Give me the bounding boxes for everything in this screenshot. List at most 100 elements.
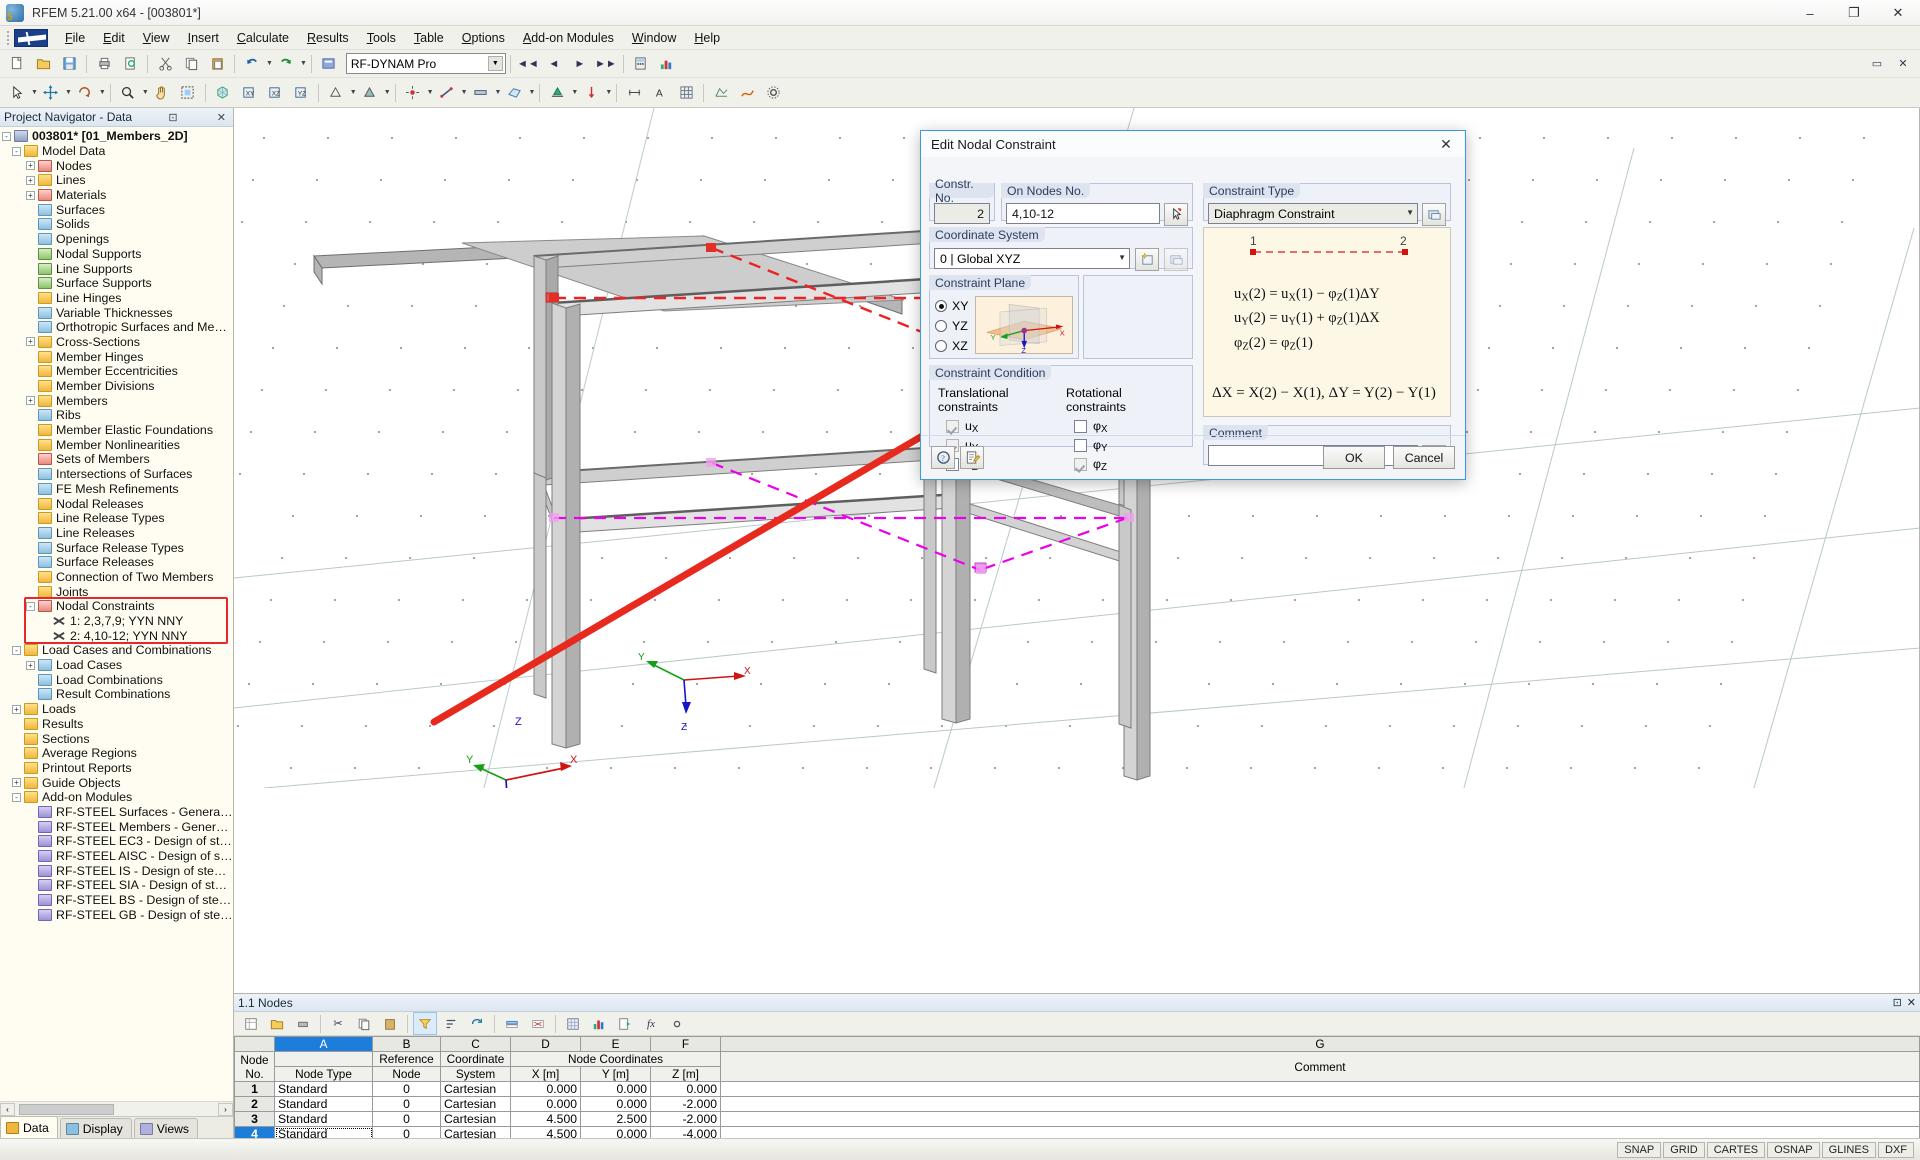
constraint-plane-radio-xy[interactable]: XY [935,298,969,314]
window-restore-icon[interactable]: ▭ [1865,52,1889,75]
on-nodes-input[interactable]: 4,10-12 [1006,203,1160,224]
menu-item-table[interactable]: Table [405,28,453,48]
tree-item-nodal-releases[interactable]: Nodal Releases [0,496,233,511]
table-settings-icon[interactable] [665,1012,689,1035]
tree-item-member-hinges[interactable]: Member Hinges [0,349,233,364]
move-dropdown-icon[interactable]: ▼ [65,89,72,96]
expand-icon[interactable]: + [26,660,35,670]
column-header-B[interactable]: B [372,1036,441,1052]
menu-item-add-on-modules[interactable]: Add-on Modules [514,28,623,48]
tree-item-sections[interactable]: Sections [0,731,233,746]
select-pointer-icon[interactable] [5,81,29,104]
view-yz-icon[interactable]: YZ [289,81,313,104]
table-function-icon[interactable]: fx [639,1012,663,1035]
constraint-type-combo[interactable]: Diaphragm Constraint ▼ [1208,203,1418,224]
menu-item-window[interactable]: Window [623,28,685,48]
table-export-icon[interactable] [613,1012,637,1035]
table-grid-view-icon[interactable] [561,1012,585,1035]
tree-item-model-data[interactable]: - Model Data [0,144,233,159]
paste-icon[interactable] [205,52,229,75]
cell-z[interactable]: 0.000 [650,1081,721,1097]
tree-item-surfaces[interactable]: Surfaces [0,202,233,217]
addon-modules-icon[interactable] [317,52,341,75]
expand-icon[interactable]: + [26,190,35,200]
cell-comment[interactable] [720,1096,1920,1112]
print-preview-icon[interactable] [118,52,142,75]
expand-icon[interactable]: + [26,396,35,406]
tree-item-nodal-constraints[interactable]: - Nodal Constraints [0,599,233,614]
collapse-icon[interactable]: - [12,146,21,156]
tree-item-load-cases[interactable]: + Load Cases [0,658,233,673]
table-copy-icon[interactable] [352,1012,376,1035]
pick-cursor-icon[interactable] [1164,203,1188,226]
row-number[interactable]: 2 [234,1096,275,1112]
table-row[interactable]: 1 Standard 0 Cartesian 0.000 0.000 0.000 [234,1081,1920,1097]
constraint-plane-radio-xz[interactable]: XZ [935,338,969,354]
load-dropdown-icon[interactable]: ▼ [605,89,612,96]
table-select-row-icon[interactable] [500,1012,524,1035]
cut-icon[interactable] [153,52,177,75]
cell-coordinate-system[interactable]: Cartesian [440,1111,511,1127]
nav-next-icon[interactable]: ► [568,52,592,75]
column-header-G[interactable]: G [720,1036,1920,1052]
column-header-A[interactable]: A [274,1036,373,1052]
support-dropdown-icon[interactable]: ▼ [571,89,578,96]
tree-item-guide-objects[interactable]: + Guide Objects [0,775,233,790]
tree-item-cross-sections[interactable]: + Cross-Sections [0,335,233,350]
tree-item-member-elastic-foundations[interactable]: Member Elastic Foundations [0,423,233,438]
close-button[interactable]: ✕ [1876,0,1920,26]
tree-item-openings[interactable]: Openings [0,232,233,247]
cell-node-type[interactable]: Standard [274,1081,373,1097]
nav-first-icon[interactable]: ◄◄ [516,52,540,75]
menu-item-edit[interactable]: Edit [94,28,134,48]
cell-node-type[interactable]: Standard [274,1111,373,1127]
status-indicator-dxf[interactable]: DXF [1878,1141,1914,1158]
new-file-icon[interactable] [5,52,29,75]
row-number[interactable]: 1 [234,1081,275,1097]
tree-item-rf-steel-aisc-design-of-steel-m[interactable]: RF-STEEL AISC - Design of steel m [0,849,233,864]
menu-item-options[interactable]: Options [453,28,514,48]
cell-reference-node[interactable]: 0 [372,1081,441,1097]
scroll-thumb[interactable] [19,1103,114,1115]
edit-item-icon[interactable] [1164,248,1188,271]
tree-item-nodal-supports[interactable]: Nodal Supports [0,247,233,262]
status-indicator-cartes[interactable]: CARTES [1706,1141,1766,1158]
cell-coordinate-system[interactable]: Cartesian [440,1081,511,1097]
edit-type-icon[interactable] [1422,203,1446,226]
tree-item-joints[interactable]: Joints [0,584,233,599]
coordinate-system-combo[interactable]: 0 | Global XYZ ▼ [934,248,1130,269]
table-sort-icon[interactable] [439,1012,463,1035]
node-insert-icon[interactable] [401,81,425,104]
expand-icon[interactable]: + [26,337,35,347]
expand-icon[interactable]: + [26,161,35,171]
cell-reference-node[interactable]: 0 [372,1111,441,1127]
table-chart-icon[interactable] [587,1012,611,1035]
navigator-tab-data[interactable]: Data [0,1116,58,1138]
undo-dropdown-icon[interactable]: ▼ [266,60,273,67]
load-insert-icon[interactable] [579,81,603,104]
tree-item-solids[interactable]: Solids [0,217,233,232]
open-file-icon[interactable] [31,52,55,75]
tree-item-rf-steel-ec3-design-of-steel-me[interactable]: RF-STEEL EC3 - Design of steel me [0,834,233,849]
expand-icon[interactable]: + [26,175,35,185]
tree-item-1-2-3-7-9-yyn-nny[interactable]: 1: 2,3,7,9; YYN NNY [0,614,233,629]
cell-y[interactable]: 0.000 [580,1096,651,1112]
zoom-all-icon[interactable] [176,81,200,104]
tree-item-member-nonlinearities[interactable]: Member Nonlinearities [0,437,233,452]
nodes-grid[interactable]: ABCDEFG Node No. Reference Coordinate No… [234,1036,1920,1142]
cell-z[interactable]: -2.000 [650,1096,721,1112]
render-solid-dropdown-icon[interactable]: ▼ [384,89,391,96]
edit-nodal-constraint-dialog[interactable]: Edit Nodal Constraint ✕ Constr. No. 2 On… [920,130,1466,480]
column-header-C[interactable]: C [440,1036,511,1052]
tree-item-loads[interactable]: + Loads [0,702,233,717]
tree-item-rf-steel-surfaces-general-stress[interactable]: RF-STEEL Surfaces - General stress [0,805,233,820]
cell-node-type[interactable]: Standard [274,1096,373,1112]
chevron-down-icon[interactable]: ▼ [1118,253,1126,262]
row-number[interactable]: 3 [234,1111,275,1127]
line-insert-icon[interactable] [435,81,459,104]
tree-item-ribs[interactable]: Ribs [0,408,233,423]
render-dropdown-icon[interactable]: ▼ [350,89,357,96]
tree-item-rf-steel-gb-design-of-steel-mer[interactable]: RF-STEEL GB - Design of steel mer [0,907,233,922]
view-xz-icon[interactable]: XZ [263,81,287,104]
pan-icon[interactable] [150,81,174,104]
